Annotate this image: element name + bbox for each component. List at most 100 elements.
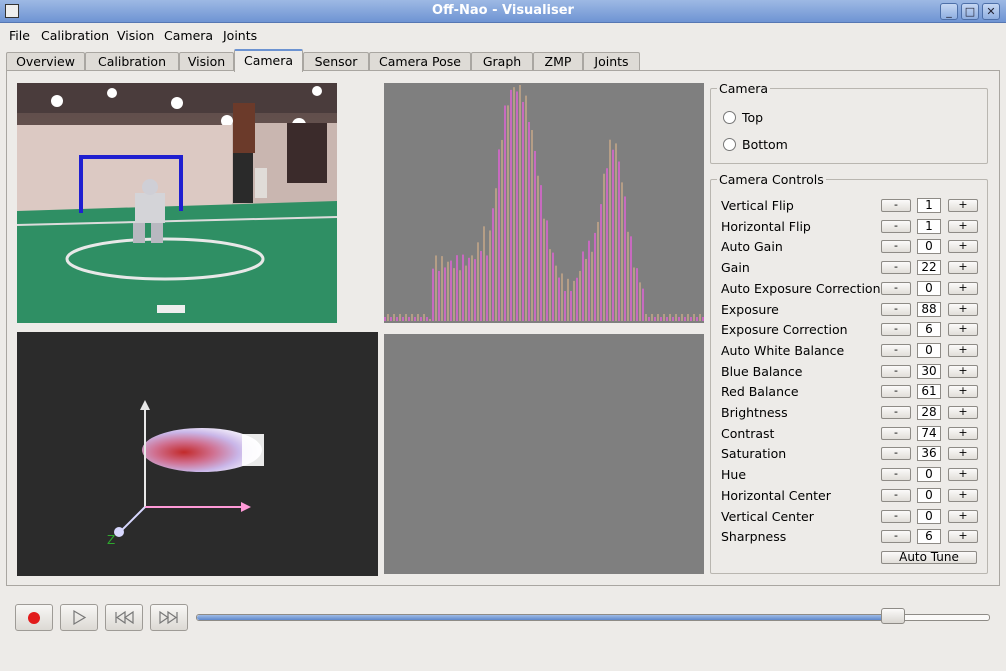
histogram-bar [507,105,509,321]
increment-button[interactable]: + [948,510,978,523]
tab-graph[interactable]: Graph [471,52,533,71]
play-button[interactable] [60,604,98,631]
decrement-button[interactable]: - [881,468,911,481]
increment-button[interactable]: + [948,344,978,357]
increment-button[interactable]: + [948,261,978,274]
histogram-bar [612,149,614,321]
increment-button[interactable]: + [948,323,978,336]
decrement-button[interactable]: - [881,406,911,419]
tab-overview[interactable]: Overview [6,52,85,71]
histogram-bar [489,230,491,321]
skip-forward-icon [159,610,178,625]
control-value-field[interactable]: 28 [917,405,941,420]
skip-forward-button[interactable] [150,604,188,631]
playback-slider-fill [197,615,902,620]
maximize-icon[interactable]: □ [961,3,979,20]
increment-button[interactable]: + [948,240,978,253]
control-row: Vertical Center -0 + [721,509,981,525]
control-value-field[interactable]: 0 [917,343,941,358]
skip-back-button[interactable] [105,604,143,631]
decrement-button[interactable]: - [881,344,911,357]
increment-button[interactable]: + [948,385,978,398]
control-value-field[interactable]: 22 [917,260,941,275]
menu-vision[interactable]: Vision [117,28,154,43]
histogram-bar [621,182,623,321]
control-value-field[interactable]: 0 [917,239,941,254]
increment-button[interactable]: + [948,468,978,481]
window-title: Off-Nao - Visualiser [432,3,574,18]
histogram-bar [540,185,542,321]
tab-zmp[interactable]: ZMP [533,52,583,71]
control-value-field[interactable]: 61 [917,384,941,399]
decrement-button[interactable]: - [881,240,911,253]
tab-vision[interactable]: Vision [179,52,234,71]
histogram-bar [480,250,482,321]
decrement-button[interactable]: - [881,447,911,460]
increment-button[interactable]: + [948,489,978,502]
control-label: Horizontal Flip [721,219,811,234]
radio-bottom[interactable] [723,138,736,151]
tab-calibration[interactable]: Calibration [85,52,179,71]
increment-button[interactable]: + [948,303,978,316]
decrement-button[interactable]: - [881,323,911,336]
control-label: Auto Gain [721,239,783,254]
tab-camera-pose[interactable]: Camera Pose [369,52,471,71]
decrement-button[interactable]: - [881,261,911,274]
radio-top[interactable] [723,111,736,124]
menu-joints[interactable]: Joints [223,28,257,43]
decrement-button[interactable]: - [881,365,911,378]
histogram-bar [630,236,632,321]
control-value-field[interactable]: 6 [917,322,941,337]
tab-camera[interactable]: Camera [234,49,303,72]
tab-sensor[interactable]: Sensor [303,52,369,71]
decrement-button[interactable]: - [881,303,911,316]
close-icon[interactable]: ✕ [982,3,1000,20]
decrement-button[interactable]: - [881,510,911,523]
control-value-field[interactable]: 0 [917,281,941,296]
control-value-field[interactable]: 1 [917,198,941,213]
menu-camera[interactable]: Camera [164,28,213,43]
histogram-bar [606,168,608,321]
increment-button[interactable]: + [948,282,978,295]
control-value-field[interactable]: 0 [917,467,941,482]
title-bar: Off-Nao - Visualiser _ □ ✕ [0,0,1006,23]
decrement-button[interactable]: - [881,427,911,440]
control-value-field[interactable]: 0 [917,488,941,503]
tab-joints[interactable]: Joints [583,52,640,71]
blank-view-panel [384,334,704,574]
increment-button[interactable]: + [948,530,978,543]
menu-calibration[interactable]: Calibration [41,28,109,43]
increment-button[interactable]: + [948,406,978,419]
radio-top-label: Top [742,110,764,125]
decrement-button[interactable]: - [881,385,911,398]
control-value-field[interactable]: 30 [917,364,941,379]
histogram-bar [609,139,611,321]
decrement-button[interactable]: - [881,530,911,543]
increment-button[interactable]: + [948,199,978,212]
playback-slider-track[interactable] [196,614,990,621]
control-value-field[interactable]: 1 [917,219,941,234]
playback-slider-handle[interactable] [881,608,905,624]
increment-button[interactable]: + [948,447,978,460]
decrement-button[interactable]: - [881,489,911,502]
control-value-field[interactable]: 0 [917,509,941,524]
record-button[interactable] [15,604,53,631]
control-value-field[interactable]: 36 [917,446,941,461]
histogram-bar [462,254,464,321]
minimize-icon[interactable]: _ [940,3,958,20]
control-value-field[interactable]: 6 [917,529,941,544]
decrement-button[interactable]: - [881,282,911,295]
control-value-field[interactable]: 74 [917,426,941,441]
histogram-bar [639,282,641,321]
increment-button[interactable]: + [948,220,978,233]
auto-tune-button[interactable]: Auto Tune [881,551,977,564]
control-value-field[interactable]: 88 [917,302,941,317]
increment-button[interactable]: + [948,365,978,378]
histogram-bar [429,319,431,321]
decrement-button[interactable]: - [881,199,911,212]
increment-button[interactable]: + [948,427,978,440]
histogram-bar [498,149,500,321]
menu-file[interactable]: File [9,28,30,43]
decrement-button[interactable]: - [881,220,911,233]
histogram-bar [648,317,650,321]
